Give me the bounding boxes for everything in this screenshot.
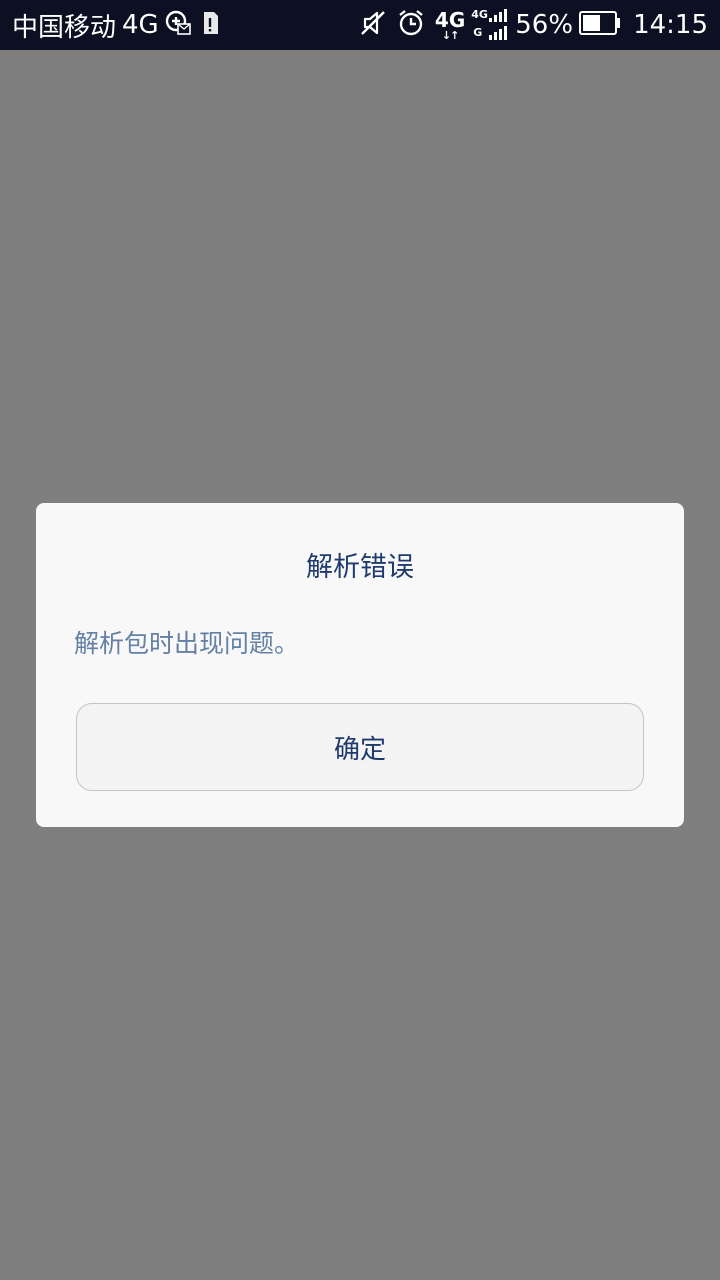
sd-card-alert-icon [201, 11, 219, 39]
network-type: 4G [122, 10, 159, 40]
dialog-title: 解析错误 [306, 552, 414, 583]
ok-button[interactable]: 确定 [76, 703, 644, 791]
carrier-name: 中国移动 [12, 12, 117, 43]
status-bar-left: 中国移动 4G [12, 0, 219, 50]
screen: 中国移动 4G 4G ↓↑ 4G G 56% 14:15 解析错误 解析包时出现… [0, 0, 720, 1280]
status-bar-right: 4G ↓↑ 4G G 56% 14:15 [353, 0, 708, 50]
clock: 14:15 [633, 10, 708, 40]
battery-percent: 56% [515, 10, 574, 40]
vibrate-silent-icon [359, 9, 387, 41]
parse-error-dialog: 解析错误 解析包时出现问题。 确定 [36, 503, 684, 827]
dialog-message: 解析包时出现问题。 [74, 629, 300, 658]
volte-hd-icon [165, 10, 191, 40]
alarm-icon [397, 9, 425, 41]
signal-icon: 4G G [471, 8, 508, 42]
data-arrows-icon: 4G ↓↑ [434, 7, 466, 42]
secondary-network-type: 4G [434, 7, 466, 32]
battery-icon [579, 11, 621, 39]
status-bar: 中国移动 4G 4G ↓↑ 4G G 56% 14:15 [0, 0, 720, 50]
